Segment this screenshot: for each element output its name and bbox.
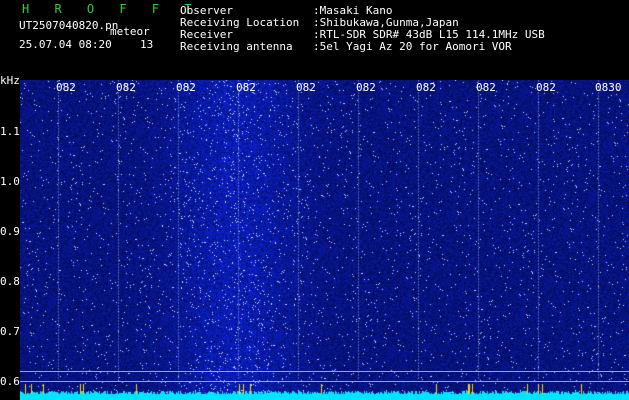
date-time: 25.07.04 08:20 (19, 38, 112, 51)
x-tick: 082 (536, 81, 556, 94)
field-value: :5el Yagi Az 20 for Aomori VOR (313, 40, 512, 53)
marker-line (20, 381, 629, 382)
y-tick: 1.1 (0, 125, 20, 138)
app-brand: H R O F F T (22, 2, 201, 16)
y-axis-unit: kHz (0, 74, 20, 87)
x-tick: 082 (356, 81, 376, 94)
x-tick: 082 (116, 81, 136, 94)
x-tick: 082 (176, 81, 196, 94)
x-tick: 082 (476, 81, 496, 94)
y-tick: 0.6 (0, 375, 20, 388)
filename: UT2507040820.pn (19, 19, 119, 32)
event-count: 13 (140, 38, 154, 51)
x-tick: 082 (416, 81, 436, 94)
y-tick: 0.9 (0, 225, 20, 238)
header: H R O F F T UT2507040820.pn meteor 25.07… (0, 0, 629, 78)
marker-line (20, 371, 629, 372)
x-tick: 082 (236, 81, 256, 94)
y-tick: 0.7 (0, 325, 20, 338)
x-tick: 082 (296, 81, 316, 94)
y-tick: 1.0 (0, 175, 20, 188)
x-tick: 0830 (595, 81, 622, 94)
y-tick: 0.8 (0, 275, 20, 288)
mode-label: meteor (110, 25, 150, 38)
spectrogram (20, 80, 629, 400)
field-label: Receiving antenna (180, 40, 293, 53)
x-tick: 082 (56, 81, 76, 94)
